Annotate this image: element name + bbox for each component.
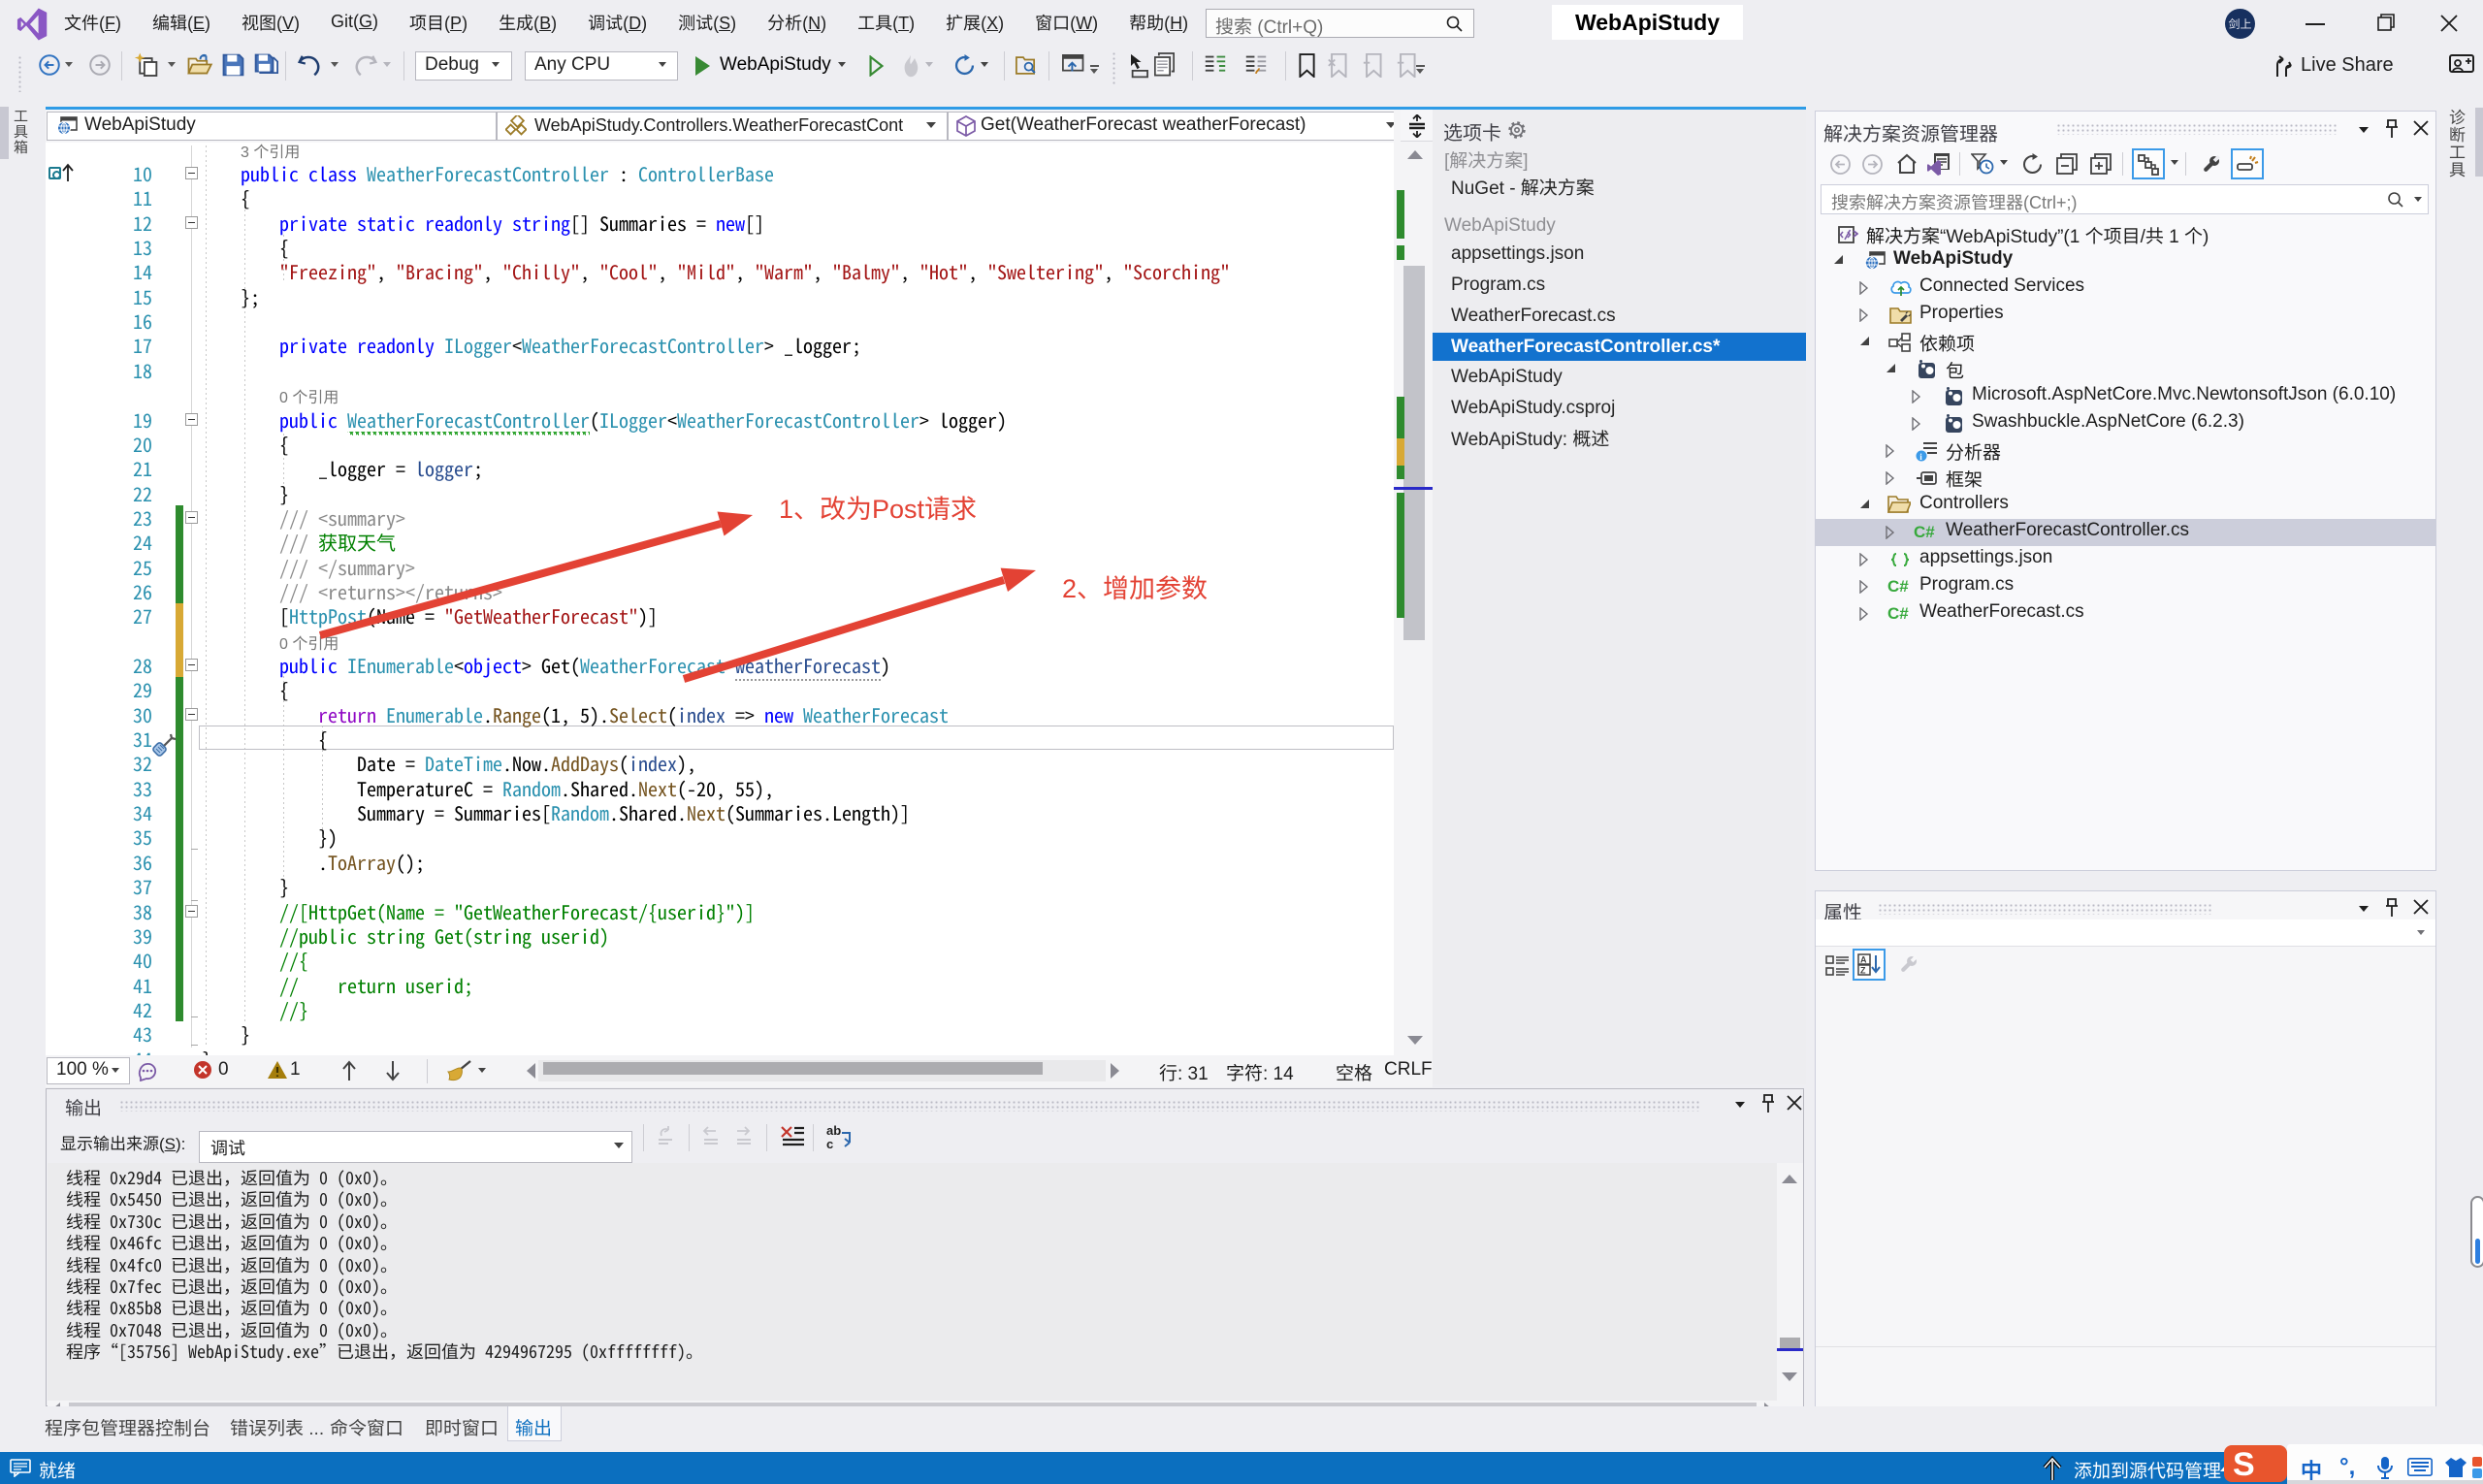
svg-text:ab: ab bbox=[826, 1123, 841, 1138]
svg-text:C#: C# bbox=[1887, 577, 1909, 596]
svg-text:A: A bbox=[1860, 955, 1867, 965]
svg-text:Z: Z bbox=[1860, 966, 1866, 976]
svg-text:C#: C# bbox=[1914, 523, 1935, 541]
svg-text:c: c bbox=[826, 1137, 833, 1151]
svg-text:C#: C# bbox=[1887, 604, 1909, 623]
